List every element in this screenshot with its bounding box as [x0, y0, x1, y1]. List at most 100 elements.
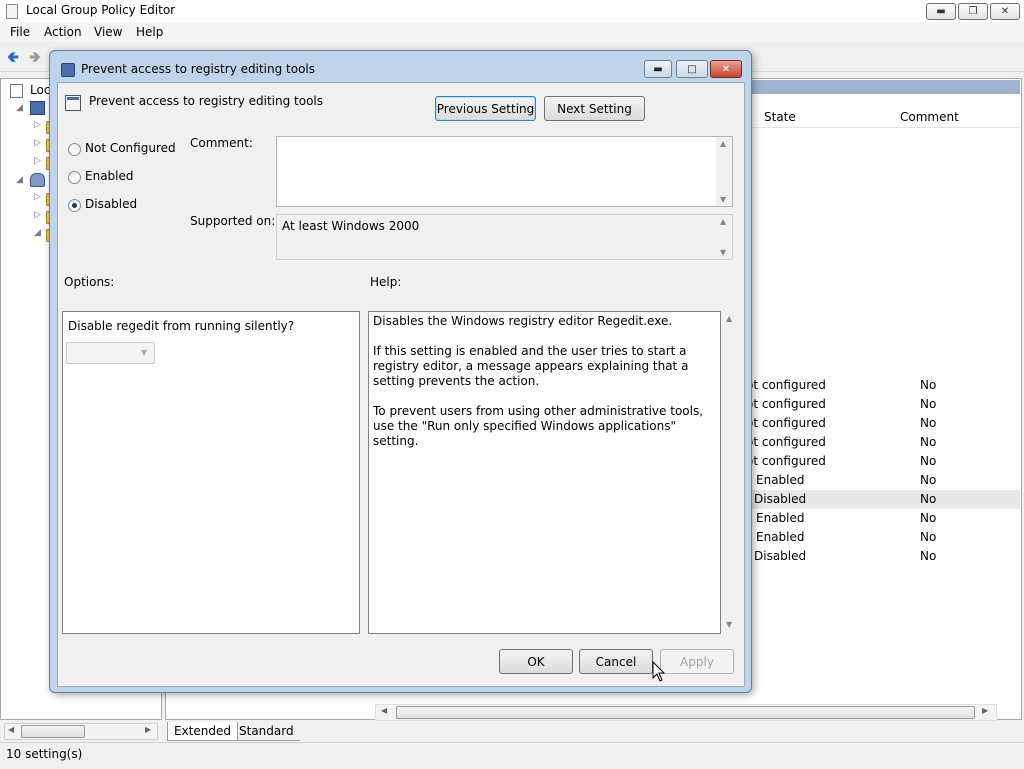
menu-view[interactable]: View	[94, 25, 122, 39]
users-icon	[30, 173, 45, 187]
tab-standard[interactable]: Standard	[233, 722, 300, 741]
disabled-label[interactable]: Disabled	[85, 197, 137, 211]
comment-label: Comment:	[190, 136, 253, 150]
help-scrollbar[interactable]: ▲ ▼	[722, 311, 738, 632]
row-comment: No	[920, 378, 937, 392]
tree-horizontal-scrollbar[interactable]: ◀ ▶	[4, 723, 158, 740]
option-question: Disable regedit from running silently?	[68, 319, 295, 333]
help-paragraph: To prevent users from using other admini…	[373, 404, 704, 448]
collapse-icon[interactable]: ◢	[34, 228, 41, 238]
status-text: 10 setting(s)	[6, 747, 83, 761]
status-bar: 10 setting(s)	[0, 742, 1024, 769]
ok-button[interactable]: OK	[499, 649, 573, 674]
chevron-down-icon[interactable]: ▼	[141, 348, 147, 357]
supported-on-scrollbar[interactable]: ▲ ▼	[716, 215, 732, 259]
back-arrow-icon[interactable]: 🢀	[4, 49, 22, 65]
collapse-icon[interactable]: ◢	[16, 103, 23, 113]
help-paragraph: If this setting is enabled and the user …	[373, 344, 689, 388]
policy-doc-icon	[10, 84, 23, 98]
restore-button[interactable]: ❐	[958, 3, 988, 20]
column-comment-header[interactable]: Comment	[900, 110, 959, 124]
scrollbar-thumb[interactable]	[21, 725, 85, 738]
row-comment: No	[920, 530, 937, 544]
supported-on-value: At least Windows 2000	[282, 219, 420, 233]
help-text: Disables the Windows registry editor Reg…	[373, 314, 713, 464]
scroll-up-arrow-icon[interactable]: ▲	[720, 139, 726, 148]
tab-extended[interactable]: Extended	[167, 722, 238, 741]
comment-textbox[interactable]: ▲ ▼	[276, 136, 733, 207]
disabled-radio[interactable]	[68, 199, 81, 212]
view-tabs: Extended Standard	[165, 722, 1020, 742]
dialog-minimize-button[interactable]: ▬	[644, 60, 672, 78]
row-comment: No	[920, 492, 937, 506]
window-title: Local Group Policy Editor	[26, 3, 176, 17]
minimize-button[interactable]: ▬	[926, 3, 956, 20]
close-button[interactable]: ✕	[990, 3, 1020, 20]
expand-icon[interactable]: ▷	[34, 156, 41, 166]
row-state[interactable]: ot configured	[746, 397, 826, 411]
setting-name: Prevent access to registry editing tools	[89, 94, 323, 108]
tree-root-label: Loc	[30, 83, 51, 97]
scroll-up-arrow-icon[interactable]: ▲	[726, 314, 732, 323]
policy-setting-dialog: Prevent access to registry editing tools…	[49, 50, 752, 693]
menu-help[interactable]: Help	[136, 25, 163, 39]
help-label: Help:	[370, 275, 402, 289]
supported-on-label: Supported on:	[190, 214, 276, 228]
row-comment: No	[920, 454, 937, 468]
row-state[interactable]: Enabled	[756, 473, 805, 487]
row-state[interactable]: Disabled	[754, 492, 806, 506]
menu-bar: File Action View Help	[0, 22, 1024, 42]
scroll-right-arrow-icon[interactable]: ▶	[982, 706, 988, 715]
expand-icon[interactable]: ▷	[34, 210, 41, 220]
computer-icon	[30, 101, 45, 115]
cancel-button[interactable]: Cancel	[579, 649, 653, 674]
row-comment: No	[920, 397, 937, 411]
scrollbar-thumb[interactable]	[396, 706, 975, 719]
expand-icon[interactable]: ▷	[34, 192, 41, 202]
options-panel: Disable regedit from running silently? ▼	[62, 311, 360, 634]
row-state[interactable]: ot configured	[746, 378, 826, 392]
dialog-title: Prevent access to registry editing tools	[81, 62, 315, 76]
not-configured-label[interactable]: Not Configured	[85, 141, 176, 155]
apply-button[interactable]: Apply	[660, 649, 734, 674]
row-state[interactable]: Enabled	[756, 511, 805, 525]
row-state[interactable]: Disabled	[754, 549, 806, 563]
scroll-right-arrow-icon[interactable]: ▶	[145, 725, 151, 734]
scroll-down-arrow-icon[interactable]: ▼	[720, 248, 726, 257]
next-setting-button[interactable]: Next Setting	[544, 96, 645, 121]
supported-on-box: At least Windows 2000 ▲ ▼	[276, 214, 733, 260]
row-comment: No	[920, 473, 937, 487]
collapse-icon[interactable]: ◢	[16, 175, 23, 185]
column-state-header[interactable]: State	[764, 110, 796, 124]
row-state[interactable]: Enabled	[756, 530, 805, 544]
row-state[interactable]: ot configured	[746, 416, 826, 430]
enabled-radio[interactable]	[68, 171, 81, 184]
not-configured-radio[interactable]	[68, 143, 81, 156]
scroll-up-arrow-icon[interactable]: ▲	[720, 217, 726, 226]
list-horizontal-scrollbar[interactable]: ◀ ▶	[375, 704, 997, 721]
forward-arrow-icon[interactable]: 🢂	[26, 49, 44, 65]
comment-scrollbar[interactable]: ▲ ▼	[716, 137, 732, 206]
dialog-maximize-button[interactable]: □	[676, 60, 708, 78]
expand-icon[interactable]: ▷	[34, 120, 41, 130]
scroll-down-arrow-icon[interactable]: ▼	[720, 195, 726, 204]
menu-action[interactable]: Action	[44, 25, 82, 39]
scroll-left-arrow-icon[interactable]: ◀	[381, 706, 387, 715]
row-comment: No	[920, 549, 937, 563]
menu-file[interactable]: File	[10, 25, 30, 39]
row-comment: No	[920, 416, 937, 430]
scroll-down-arrow-icon[interactable]: ▼	[726, 620, 732, 629]
enabled-label[interactable]: Enabled	[85, 169, 134, 183]
regedit-silent-dropdown[interactable]: ▼	[66, 342, 155, 364]
help-paragraph: Disables the Windows registry editor Reg…	[373, 314, 673, 328]
expand-icon[interactable]: ▷	[34, 138, 41, 148]
row-state[interactable]: ot configured	[746, 454, 826, 468]
main-title-bar: Local Group Policy Editor ▬ ❐ ✕	[0, 0, 1024, 23]
dialog-close-button[interactable]: ✕	[710, 60, 742, 78]
previous-setting-button[interactable]: Previous Setting	[435, 96, 536, 121]
row-comment: No	[920, 511, 937, 525]
scroll-left-arrow-icon[interactable]: ◀	[8, 725, 14, 734]
mouse-pointer-icon	[652, 661, 666, 682]
list-title-strip	[745, 80, 1020, 94]
row-state[interactable]: ot configured	[746, 435, 826, 449]
